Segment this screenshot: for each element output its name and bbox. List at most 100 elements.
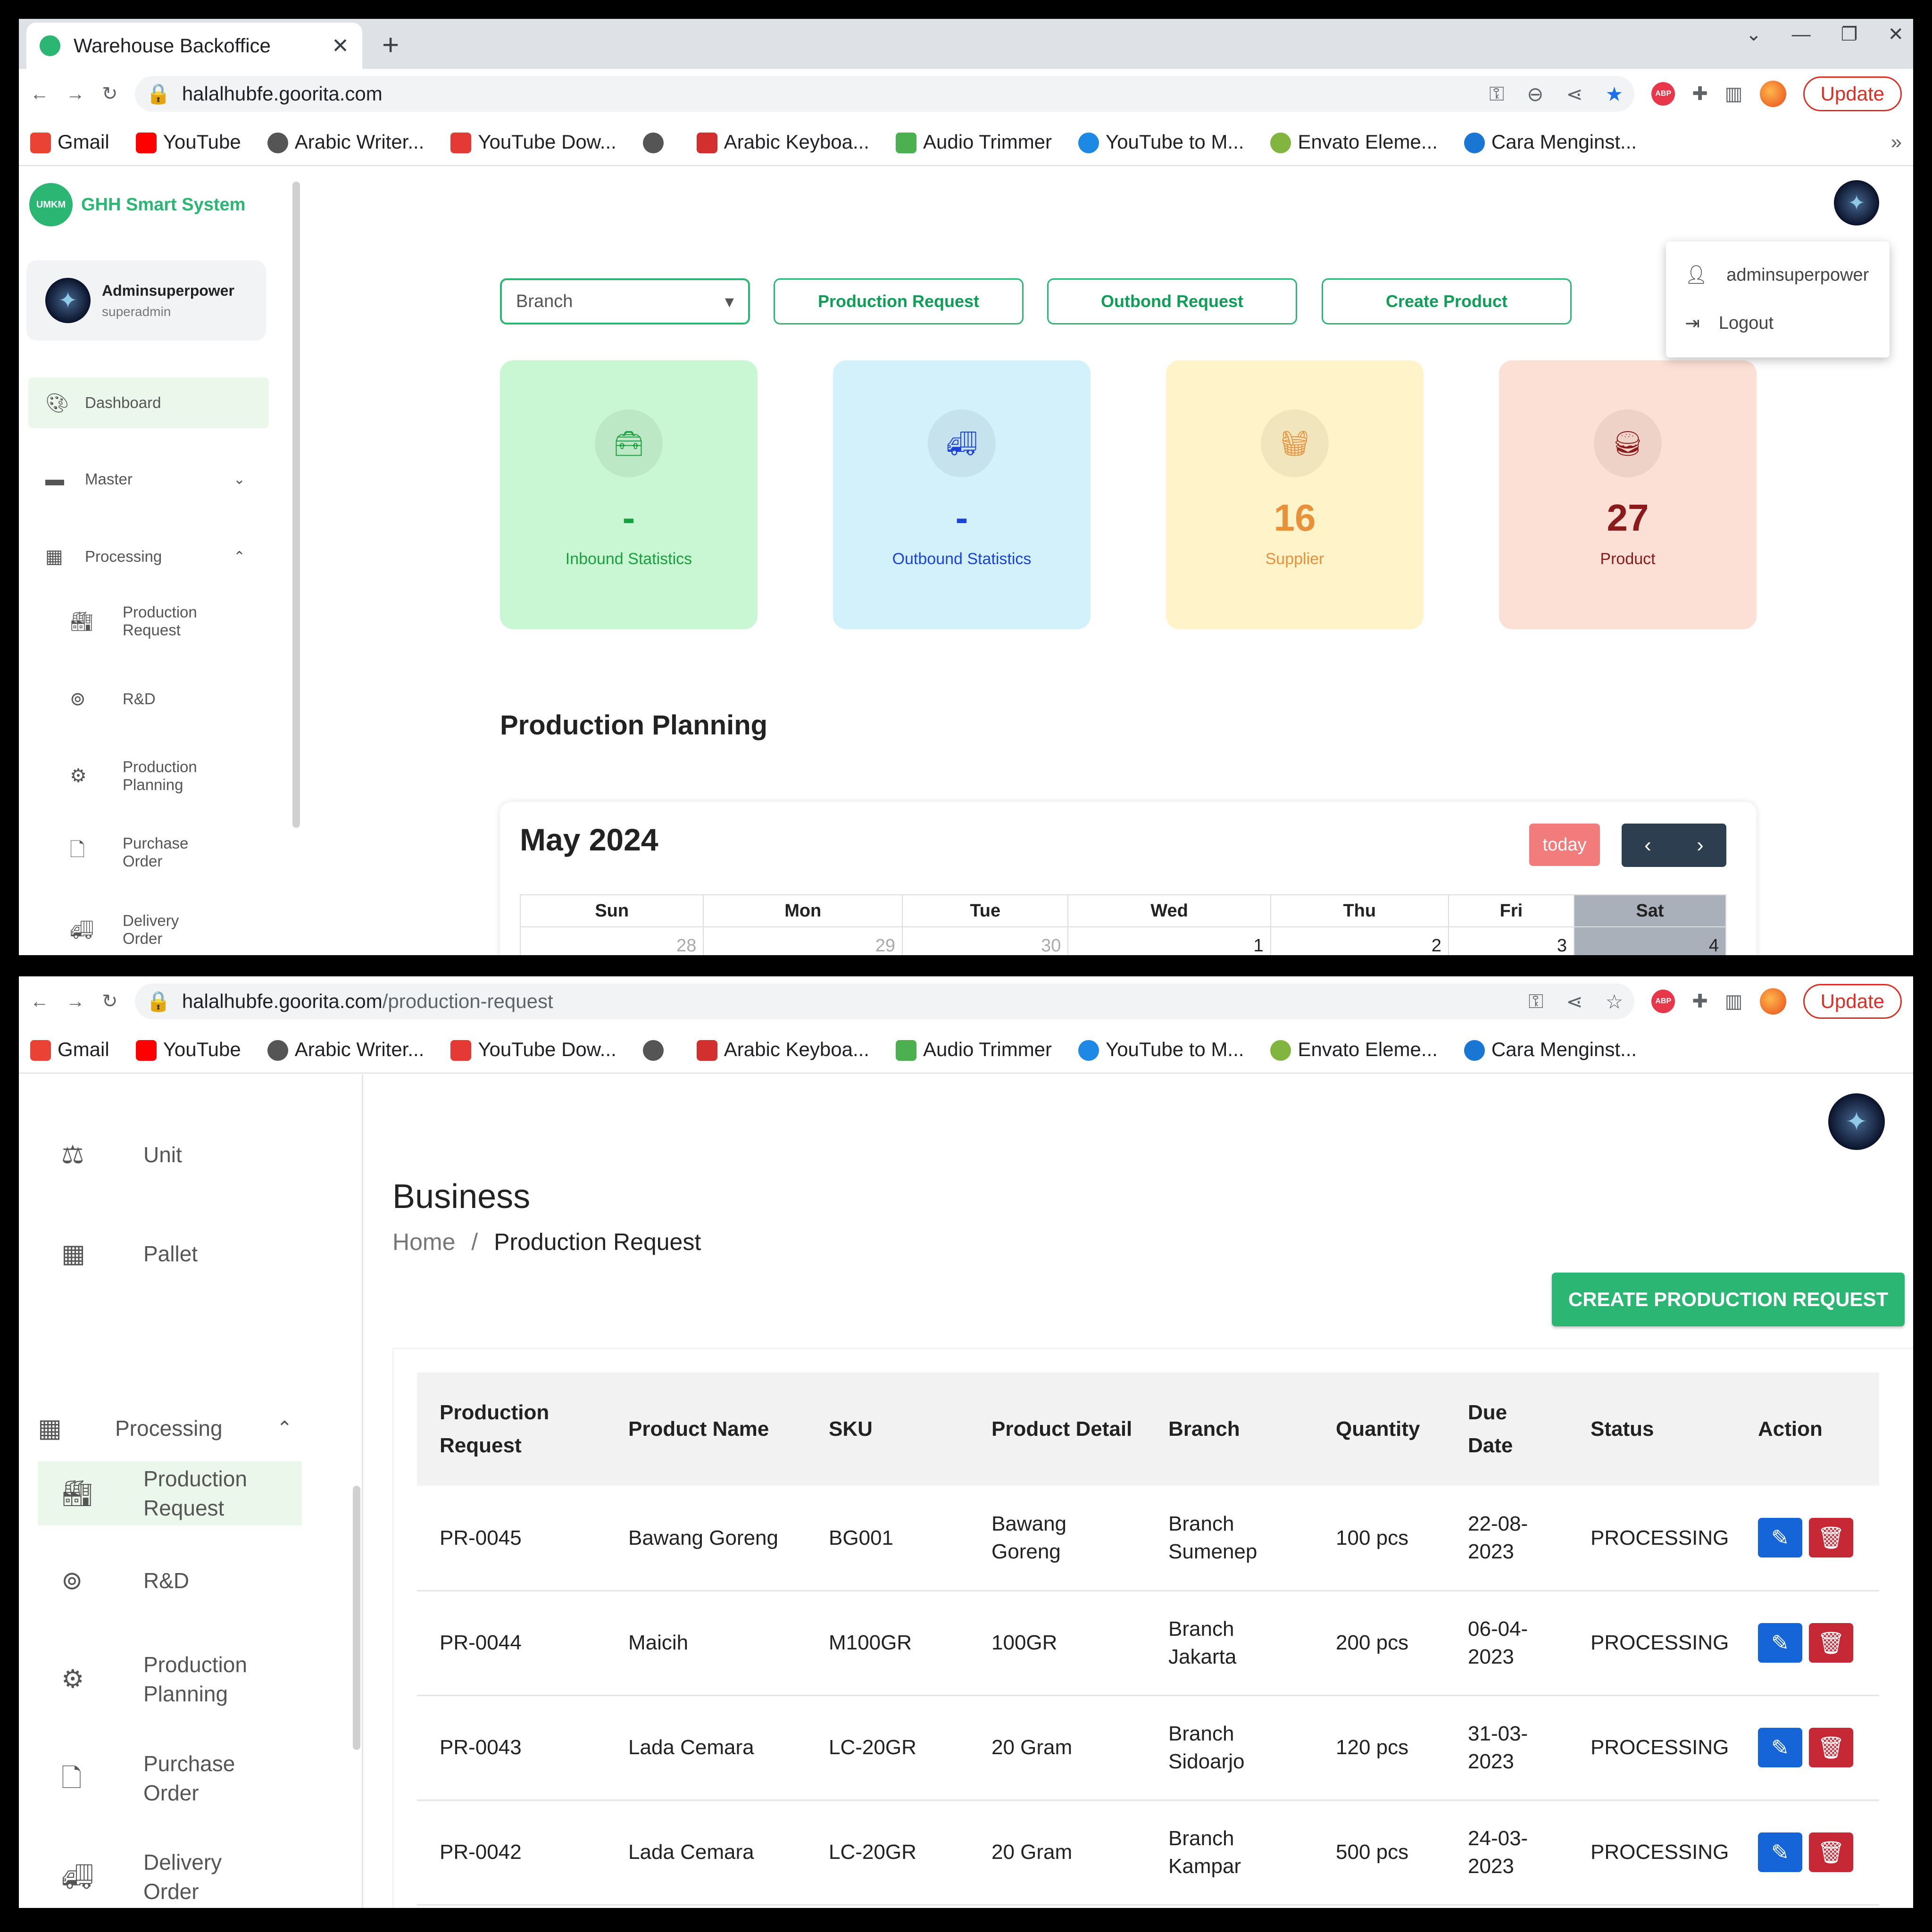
sidebar-item-production-request[interactable]: 🏭︎ Production Request bbox=[38, 1461, 302, 1525]
calendar-day[interactable]: 3 bbox=[1448, 926, 1575, 955]
bookmark-arabic-keyboard[interactable]: Arabic Keyboa... bbox=[696, 1038, 869, 1061]
bookmark-arabic-writer[interactable]: Arabic Writer... bbox=[267, 131, 424, 154]
forward-icon[interactable]: → bbox=[66, 991, 85, 1012]
bookmark-youtube-to-mp3[interactable]: YouTube to M... bbox=[1078, 131, 1244, 154]
pencil-icon[interactable]: ✎ bbox=[1758, 1728, 1802, 1767]
reload-icon[interactable]: ↻ bbox=[102, 991, 118, 1012]
header-avatar[interactable] bbox=[1834, 180, 1879, 225]
bookmark-cara[interactable]: Cara Menginst... bbox=[1464, 131, 1637, 154]
calendar-day[interactable]: 28 bbox=[519, 926, 704, 955]
calendar-day[interactable]: 29 bbox=[703, 926, 903, 955]
bookmark-cara[interactable]: Cara Menginst... bbox=[1464, 1038, 1637, 1061]
bookmark-arabic-writer[interactable]: Arabic Writer... bbox=[267, 1038, 424, 1061]
bookmark-youtube-downloader[interactable]: YouTube Dow... bbox=[450, 1038, 616, 1061]
bookmark-youtube-to-mp3[interactable]: YouTube to M... bbox=[1078, 1038, 1244, 1061]
menu-item-profile[interactable]: 👤︎ adminsuperpower bbox=[1666, 251, 1890, 299]
sidebar-item-production-request[interactable]: 🏭︎ Production Request bbox=[28, 591, 269, 652]
tab-search-icon[interactable]: ⌄ bbox=[1746, 24, 1762, 45]
update-button[interactable]: Update bbox=[1803, 984, 1902, 1019]
sidebar-item-unit[interactable]: ⚖ Unit bbox=[38, 1126, 302, 1183]
branch-select[interactable]: Branch ▾ bbox=[500, 278, 750, 325]
bookmark-globe[interactable] bbox=[642, 131, 670, 154]
sidebar-item-purchase-order[interactable]: 🗋 Purchase Order bbox=[28, 822, 269, 883]
trash-icon[interactable]: 🗑︎ bbox=[1809, 1832, 1853, 1872]
production-request-button[interactable]: Production Request bbox=[774, 278, 1024, 325]
back-icon[interactable]: ← bbox=[30, 83, 49, 105]
minimize-icon[interactable]: — bbox=[1792, 24, 1811, 45]
bookmark-audio-trimmer[interactable]: Audio Trimmer bbox=[895, 1038, 1052, 1061]
side-panel-icon[interactable]: ▥ bbox=[1725, 991, 1743, 1012]
sidebar-item-pallet[interactable]: ▦ Pallet bbox=[38, 1225, 302, 1282]
profile-icon[interactable] bbox=[1759, 81, 1786, 107]
calendar-day[interactable]: 30 bbox=[902, 926, 1069, 955]
bookmark-star-icon[interactable]: ★ bbox=[1606, 83, 1624, 106]
pencil-icon[interactable]: ✎ bbox=[1758, 1623, 1802, 1663]
menu-item-logout[interactable]: ⇥ Logout bbox=[1666, 299, 1890, 347]
puzzle-icon[interactable]: ✚ bbox=[1692, 991, 1708, 1012]
update-button[interactable]: Update bbox=[1803, 76, 1902, 111]
sidebar-item-purchase-order[interactable]: 🗋 Purchase Order bbox=[38, 1746, 302, 1810]
key-icon[interactable]: ⚿ bbox=[1489, 83, 1504, 106]
sidebar-scrollbar[interactable] bbox=[353, 1486, 360, 1750]
pencil-icon[interactable]: ✎ bbox=[1758, 1832, 1802, 1872]
restore-icon[interactable]: ❐ bbox=[1841, 24, 1858, 45]
key-icon[interactable]: ⚿ bbox=[1528, 990, 1543, 1013]
share-icon[interactable]: ⋖ bbox=[1566, 990, 1582, 1013]
calendar-day[interactable]: 2 bbox=[1270, 926, 1449, 955]
bookmark-globe[interactable] bbox=[642, 1038, 670, 1061]
adblock-icon[interactable]: ABP bbox=[1651, 990, 1675, 1013]
close-tab-icon[interactable]: ✕ bbox=[332, 34, 349, 58]
bookmark-youtube-downloader[interactable]: YouTube Dow... bbox=[450, 131, 616, 154]
side-panel-icon[interactable]: ▥ bbox=[1725, 83, 1743, 105]
outbound-request-button[interactable]: Outbond Request bbox=[1047, 278, 1297, 325]
adblock-icon[interactable]: ABP bbox=[1651, 82, 1675, 106]
share-icon[interactable]: ⋖ bbox=[1566, 83, 1582, 106]
close-window-icon[interactable]: ✕ bbox=[1888, 24, 1904, 45]
sidebar-item-production-planning[interactable]: ⚙ Production Planning bbox=[38, 1647, 302, 1711]
profile-icon[interactable] bbox=[1759, 988, 1786, 1015]
user-card[interactable]: Adminsuperpower superadmin bbox=[26, 260, 266, 341]
reload-icon[interactable]: ↻ bbox=[102, 83, 118, 105]
sidebar-item-production-planning[interactable]: ⚙ Production Planning bbox=[28, 745, 269, 807]
header-avatar[interactable] bbox=[1828, 1093, 1885, 1150]
trash-icon[interactable]: 🗑︎ bbox=[1809, 1728, 1853, 1767]
sidebar-item-delivery-order[interactable]: 🚚︎ Delivery Order bbox=[28, 899, 269, 955]
trash-icon[interactable]: 🗑︎ bbox=[1809, 1518, 1853, 1558]
forward-icon[interactable]: → bbox=[66, 83, 85, 105]
sidebar-item-processing[interactable]: ▦ Processing ⌃ bbox=[28, 531, 269, 582]
bookmark-gmail[interactable]: Gmail bbox=[30, 131, 109, 154]
browser-tab[interactable]: Warehouse Backoffice ✕ bbox=[26, 23, 362, 69]
address-bar[interactable]: 🔒 halalhubfe.goorita.com ⚿ ⊖ ⋖ ★ bbox=[134, 76, 1635, 112]
bookmark-audio-trimmer[interactable]: Audio Trimmer bbox=[895, 131, 1052, 154]
bookmark-gmail[interactable]: Gmail bbox=[30, 1038, 109, 1061]
sidebar-item-master[interactable]: ▬ Master ⌄ bbox=[28, 454, 269, 505]
back-icon[interactable]: ← bbox=[30, 991, 49, 1012]
create-product-button[interactable]: Create Product bbox=[1322, 278, 1572, 325]
new-tab-icon[interactable]: + bbox=[382, 28, 399, 62]
pencil-icon[interactable]: ✎ bbox=[1758, 1518, 1802, 1558]
bookmark-star-icon[interactable]: ☆ bbox=[1606, 990, 1624, 1013]
sidebar-item-rnd[interactable]: ⊚ R&D bbox=[38, 1549, 302, 1613]
breadcrumb-home[interactable]: Home bbox=[392, 1229, 455, 1255]
sidebar-item-delivery-order[interactable]: 🚚︎ Delivery Order bbox=[38, 1845, 302, 1908]
calendar-day[interactable]: 1 bbox=[1067, 926, 1271, 955]
trash-icon[interactable]: 🗑︎ bbox=[1809, 1623, 1853, 1663]
calendar-day[interactable]: 4 bbox=[1574, 926, 1726, 955]
today-button[interactable]: today bbox=[1529, 824, 1600, 866]
sidebar-scrollbar[interactable] bbox=[292, 182, 300, 828]
bookmark-youtube[interactable]: YouTube bbox=[135, 131, 241, 154]
puzzle-icon[interactable]: ✚ bbox=[1692, 83, 1708, 105]
chevron-left-icon[interactable]: ‹ bbox=[1622, 824, 1674, 867]
bookmark-arabic-keyboard[interactable]: Arabic Keyboa... bbox=[696, 131, 869, 154]
bookmark-envato[interactable]: Envato Eleme... bbox=[1270, 131, 1438, 154]
create-production-request-button[interactable]: CREATE PRODUCTION REQUEST bbox=[1552, 1273, 1905, 1326]
bookmark-envato[interactable]: Envato Eleme... bbox=[1270, 1038, 1438, 1061]
bookmark-youtube[interactable]: YouTube bbox=[135, 1038, 241, 1061]
sidebar-item-processing[interactable]: ▦ Processing ⌃ bbox=[38, 1400, 302, 1457]
zoom-icon[interactable]: ⊖ bbox=[1527, 83, 1543, 106]
more-bookmarks-icon[interactable]: » bbox=[1891, 131, 1902, 153]
sidebar-item-dashboard[interactable]: 🎨︎ Dashboard bbox=[28, 377, 269, 428]
chevron-right-icon[interactable]: › bbox=[1674, 824, 1726, 867]
sidebar-item-rnd[interactable]: ⊚ R&D bbox=[28, 668, 269, 730]
address-bar[interactable]: 🔒 halalhubfe.goorita.com/production-requ… bbox=[134, 983, 1635, 1019]
